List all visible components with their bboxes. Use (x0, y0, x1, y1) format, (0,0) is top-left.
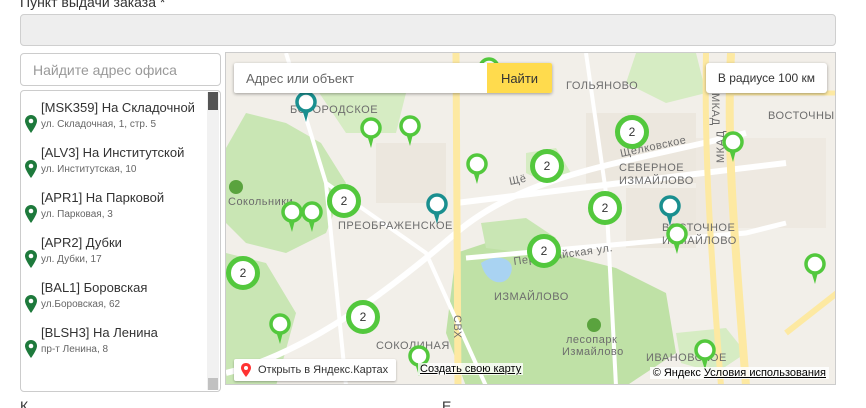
map-find-button[interactable]: Найти (487, 63, 552, 93)
pickup-point-form: Пункт выдачи заказа * [MSK359] На Складо… (0, 0, 866, 408)
map-office-marker[interactable] (281, 201, 303, 233)
office-list-item[interactable]: [APR2] Дубки ул. Дубки, 17 (21, 226, 220, 271)
location-pin-icon (25, 115, 37, 133)
copyright-text: © Яндекс (652, 367, 701, 379)
map-office-marker[interactable] (399, 115, 421, 147)
office-list-scrollbar[interactable] (207, 92, 219, 390)
office-address: ул. Складочная, 1, стр. 5 (41, 119, 157, 130)
radius-button[interactable]: В радиусе 100 км (705, 63, 827, 93)
bottom-right-label: E (442, 398, 452, 408)
office-address: ул. Дубки, 17 (41, 254, 102, 265)
bottom-left-label: К (20, 398, 29, 408)
map-cluster-marker[interactable]: 2 (530, 149, 564, 183)
yandex-map[interactable]: ГОЛЬЯНОВО ВОСТОЧНЫЙ БОГОРОДСКОЕ Щёлковск… (225, 52, 836, 385)
map-label-lesopark: лесопарк (566, 334, 617, 346)
office-list-item[interactable]: [ALV3] На Институтской ул. Институтская, … (21, 136, 220, 181)
location-pin-icon (25, 295, 37, 313)
map-label-severnoe: СЕВЕРНОЕ (619, 162, 684, 174)
scrollbar-down-arrow[interactable] (208, 378, 218, 390)
office-name: [BLSH3] На Ленина (41, 325, 158, 340)
office-name: [MSK359] На Складочной (41, 100, 195, 115)
map-label-vostochny: ВОСТОЧНЫЙ (768, 109, 836, 122)
map-label-svh: СВХ (451, 315, 463, 339)
map-label-severnoe-2: ИЗМАЙЛОВО (619, 174, 694, 187)
map-cluster-marker[interactable]: 2 (615, 115, 649, 149)
map-cluster-marker[interactable]: 2 (226, 256, 260, 290)
map-office-marker[interactable] (360, 117, 382, 149)
create-map-link[interactable]: Создать свою карту (418, 363, 524, 375)
map-label-golyanovo: ГОЛЬЯНОВО (566, 80, 638, 92)
office-name: [APR2] Дубки (41, 235, 122, 250)
map-copyright: © Яндекс Условия использования (649, 367, 829, 379)
map-label-sh: Щё (508, 173, 528, 188)
map-office-marker[interactable] (804, 253, 826, 285)
location-pin-icon (25, 205, 37, 223)
map-label-izmailovo: ИЗМАЙЛОВО (494, 290, 569, 303)
office-list-item[interactable]: [BLSH3] На Ленина пр-т Ленина, 8 (21, 316, 220, 361)
open-in-yandex-maps-button[interactable]: Открыть в Яндекс.Картах (234, 359, 397, 381)
map-cluster-marker[interactable]: 2 (346, 300, 380, 334)
pickup-point-field (20, 14, 836, 46)
office-name: [APR1] На Парковой (41, 190, 165, 205)
map-cluster-marker[interactable]: 2 (527, 234, 561, 268)
map-cluster-marker[interactable]: 2 (588, 191, 622, 225)
map-office-marker[interactable] (722, 131, 744, 163)
office-list[interactable]: [MSK359] На Складочной ул. Складочная, 1,… (20, 90, 221, 392)
map-office-marker[interactable] (269, 313, 291, 345)
map-search-box: Найти (234, 63, 552, 93)
terms-link[interactable]: Условия использования (704, 367, 826, 379)
location-pin-icon (25, 250, 37, 268)
office-address: ул.Боровская, 62 (41, 299, 121, 310)
pickup-point-label: Пункт выдачи заказа * (20, 0, 166, 10)
office-search-input[interactable] (20, 53, 221, 86)
office-list-item[interactable]: [MSK359] На Складочной ул. Складочная, 1,… (21, 91, 220, 136)
location-pin-icon (25, 160, 37, 178)
map-office-marker[interactable] (295, 91, 317, 123)
office-list-item[interactable]: [BAL1] Боровская ул.Боровская, 62 (21, 271, 220, 316)
map-office-marker[interactable] (666, 223, 688, 255)
office-list-item[interactable]: [APR1] На Парковой ул. Парковая, 3 (21, 181, 220, 226)
map-office-marker[interactable] (301, 201, 323, 233)
map-office-marker[interactable] (426, 193, 448, 225)
open-in-yandex-label: Открыть в Яндекс.Картах (258, 364, 389, 376)
location-pin-icon (25, 340, 37, 358)
map-label-mkad: МКАД (709, 93, 721, 126)
map-label-lesopark-2: Измайлово (562, 346, 624, 358)
map-cluster-marker[interactable]: 2 (327, 184, 361, 218)
office-address: пр-т Ленина, 8 (41, 344, 109, 355)
office-name: [ALV3] На Институтской (41, 145, 185, 160)
office-name: [BAL1] Боровская (41, 280, 148, 295)
map-office-marker[interactable] (466, 153, 488, 185)
map-search-input[interactable] (234, 63, 486, 93)
office-address: ул. Институтская, 10 (41, 164, 137, 175)
scrollbar-thumb[interactable] (208, 92, 218, 110)
office-address: ул. Парковая, 3 (41, 209, 113, 220)
yandex-pin-icon (241, 363, 251, 377)
